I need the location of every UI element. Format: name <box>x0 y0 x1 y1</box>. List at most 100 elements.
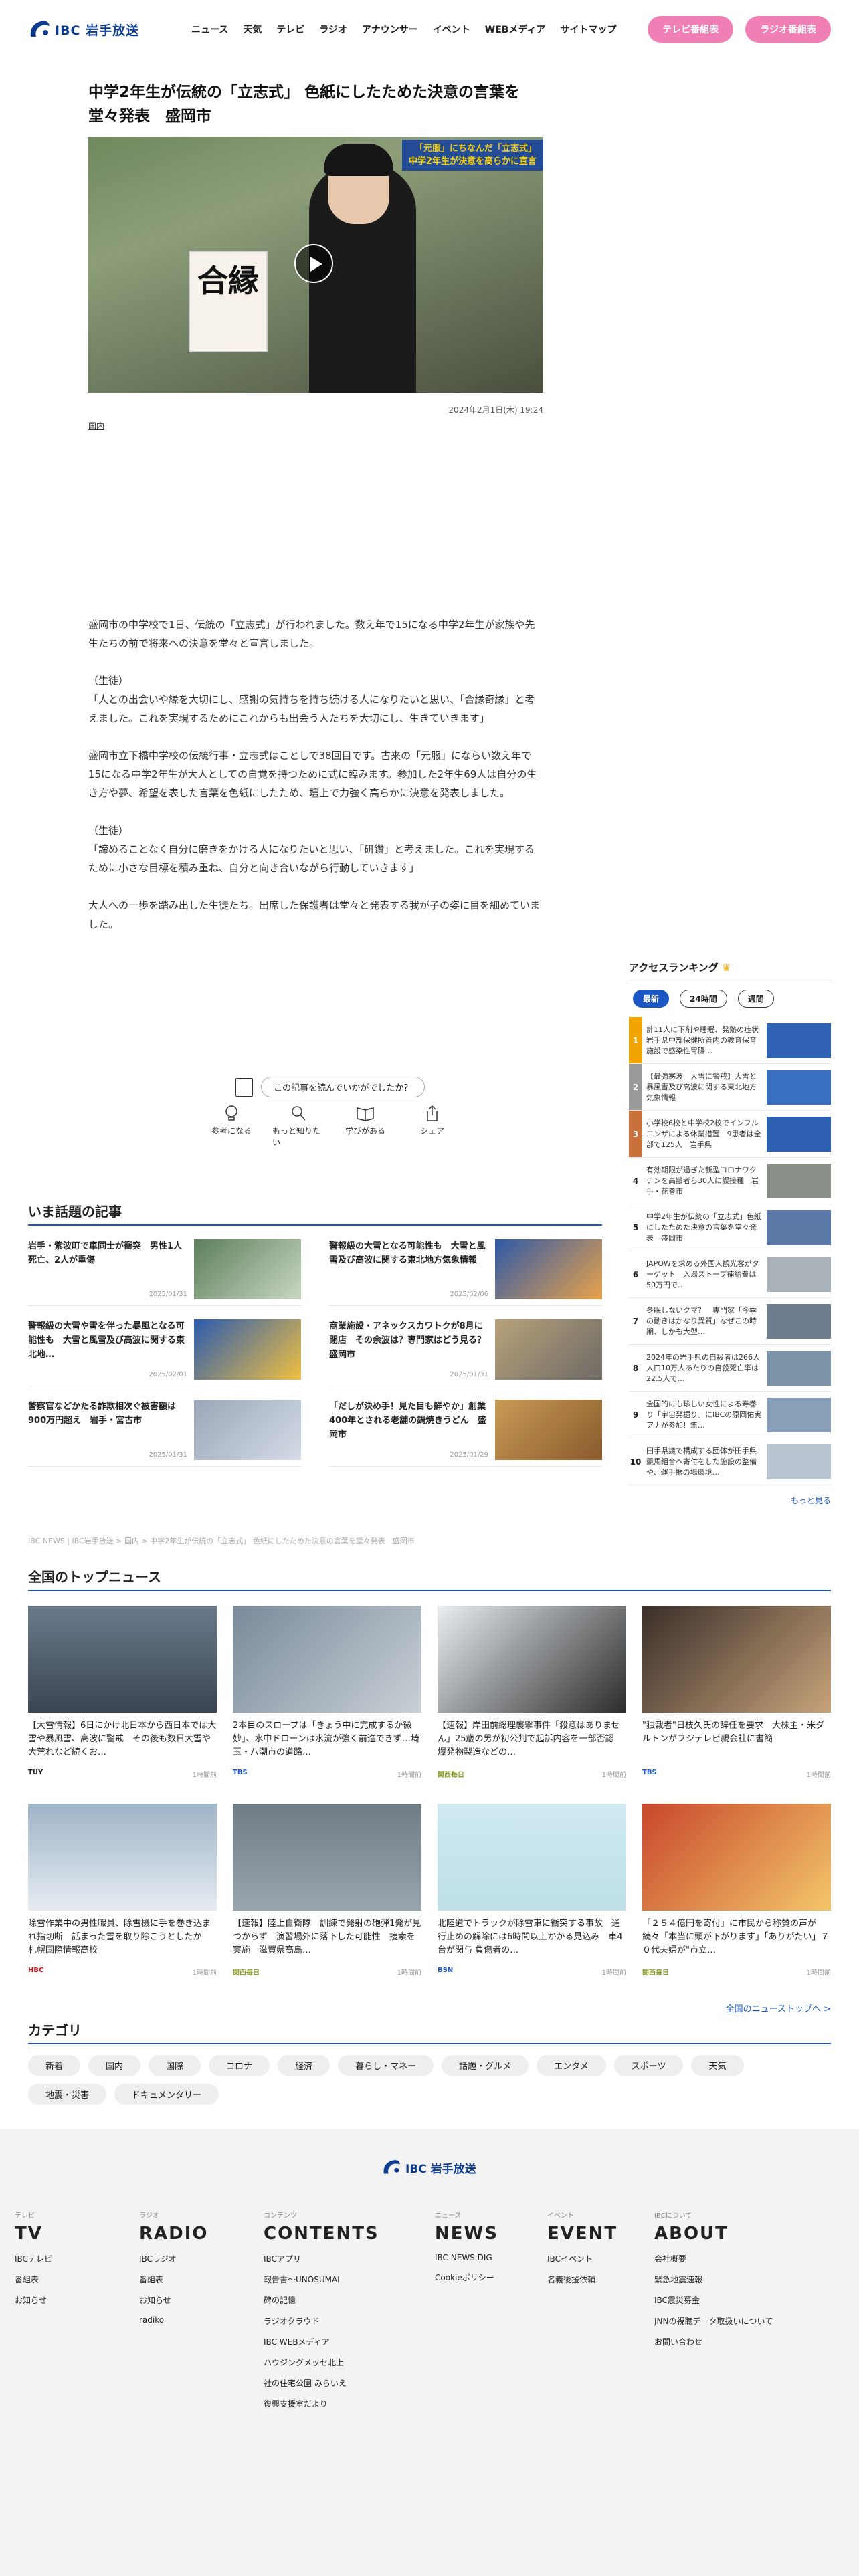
hot-article[interactable]: 「だしが決め手！見た目も鮮やか」創業400年とされる老舗の鍋焼きうどん 盛岡市 2… <box>329 1400 602 1467</box>
hot-article[interactable]: 警報級の大雪となる可能性も 大雪と風雪及び高波に関する東北地方気象情報 2025/… <box>329 1239 602 1306</box>
footer-link[interactable]: ハウジングメッセ北上 <box>264 2357 435 2368</box>
ranking-item[interactable]: 6 JAPOWを求める外国人観光客がターゲット 入湯ストーブ補給費は50万円で… <box>629 1251 831 1298</box>
footer-column-title[interactable]: NEWS <box>435 2224 547 2244</box>
logo[interactable]: IBC 岩手放送 <box>28 19 142 39</box>
hot-article[interactable]: 岩手・紫波町で車同士が衝突 男性1人死亡、2人が重傷 2025/01/31 <box>28 1239 301 1306</box>
category-chip[interactable]: 暮らし・マネー <box>338 2055 434 2076</box>
category-chip[interactable]: 国際 <box>149 2055 201 2076</box>
hot-article[interactable]: 警報級の大雪や雪を伴った暴風となる可能性も 大雪と風雪及び高波に関する東北地… 2… <box>28 1319 301 1386</box>
footer-logo[interactable]: IBC 岩手放送 <box>381 2159 476 2176</box>
footer-link[interactable]: IBCラジオ <box>139 2253 264 2264</box>
footer-link[interactable]: IBC WEBメディア <box>264 2336 435 2347</box>
reaction-learned[interactable]: 学びがある <box>339 1105 391 1148</box>
hot-article[interactable]: 警察官などかたる詐欺相次ぐ被害額は900万円超え 岩手・宮古市 2025/01/3… <box>28 1400 301 1467</box>
hot-article-thumbnail <box>194 1239 301 1299</box>
nav-item-event[interactable]: イベント <box>433 23 470 36</box>
category-chip[interactable]: 話題・グルメ <box>442 2055 529 2076</box>
footer-link[interactable]: 会社概要 <box>654 2253 779 2264</box>
footer-column-title[interactable]: EVENT <box>547 2224 654 2244</box>
footer-link[interactable]: IBCイベント <box>547 2253 654 2264</box>
ranking-item[interactable]: 2 【最強寒波 大雪に警戒】大雪と暴風雪及び高波に関する東北地方気象情報 <box>629 1064 831 1111</box>
ranking-tab-latest[interactable]: 最新 <box>633 990 670 1008</box>
nav-item-sitemap[interactable]: サイトマップ <box>560 23 616 36</box>
national-article[interactable]: 「２５４億円を寄付」に市民から称賛の声が続々「本当に頭が下がります」「ありがたい… <box>642 1804 831 2002</box>
footer-column-title[interactable]: TV <box>15 2224 139 2244</box>
footer-link[interactable]: 報告書〜UNOSUMAI <box>264 2274 435 2285</box>
nav-item-announcer[interactable]: アナウンサー <box>362 23 418 36</box>
national-article-text: 除雪作業中の男性職員、除雪機に手を巻き込まれ指切断 話まった雪を取り除こうとした… <box>28 1919 211 1955</box>
ranking-more-link[interactable]: もっと見る <box>629 1495 831 1506</box>
footer-column-title[interactable]: ABOUT <box>654 2224 779 2244</box>
category-chip[interactable]: 地震・災害 <box>28 2084 107 2105</box>
footer-link[interactable]: IBCテレビ <box>15 2253 139 2264</box>
footer-link[interactable]: お知らせ <box>139 2294 264 2306</box>
category-chip[interactable]: 経済 <box>278 2055 330 2076</box>
footer-link[interactable]: 名義後援依頼 <box>547 2274 654 2285</box>
breadcrumb[interactable]: IBC NEWS | IBC岩手放送 > 国内 > 中学2年生が伝統の「立志式」… <box>28 1535 415 1546</box>
category-chip[interactable]: ドキュメンタリー <box>114 2084 219 2105</box>
footer-link[interactable]: 社の住宅公園 みらいえ <box>264 2377 435 2389</box>
footer-link[interactable]: radiko <box>139 2315 264 2325</box>
reaction-share[interactable]: シェア <box>406 1105 458 1148</box>
footer-link[interactable]: IBC NEWS DIG <box>435 2253 547 2262</box>
national-article[interactable]: 【大雪情報】6日にかけ北日本から西日本では大雪や暴風雪、高波に警戒 その後も数日… <box>28 1606 217 1804</box>
national-article[interactable]: 2本目のスロープは「きょう中に完成するか微妙」、水中ドローンは水流が強く前進でき… <box>233 1606 421 1804</box>
ranking-item[interactable]: 4 有効期限が過ぎた新型コロナワクチンを高齢者ら30人に誤接種 岩手・花巻市 <box>629 1158 831 1204</box>
play-icon[interactable] <box>294 244 333 283</box>
reaction-want-more[interactable]: もっと知りたい <box>272 1105 324 1148</box>
national-article[interactable]: "独裁者"日枝久氏の辞任を要求 大株主・米ダルトンがフジテレビ親会社に書簡 TBS… <box>642 1606 831 1804</box>
footer-link[interactable]: IBCアプリ <box>264 2253 435 2264</box>
nav-item-tv[interactable]: テレビ <box>276 23 304 36</box>
nav-item-news[interactable]: ニュース <box>191 23 228 36</box>
ranking-tab-24h[interactable]: 24時間 <box>680 990 727 1008</box>
ranking-item[interactable]: 1 計11人に下剤や睡眠、発熱の症状 岩手県中部保健所管内の教育保育施設で感染性胃… <box>629 1017 831 1064</box>
footer-link[interactable]: 緊急地震速報 <box>654 2274 779 2285</box>
article-date: 2024年2月1日(木) 19:24 <box>448 405 543 415</box>
footer-link[interactable]: IBC震災募金 <box>654 2294 779 2306</box>
national-more-link[interactable]: 全国のニューストップへ > <box>28 2002 831 2014</box>
footer-link[interactable]: お問い合わせ <box>654 2336 779 2347</box>
footer-link[interactable]: お知らせ <box>15 2294 139 2306</box>
national-article[interactable]: 北陸道でトラックが除雪車に衝突する事故 通行止めの解除には6時間以上かかる見込み… <box>438 1804 626 2002</box>
category-chip[interactable]: 天気 <box>691 2055 744 2076</box>
national-article[interactable]: 【速報】岸田前総理襲撃事件「殺意はありません」25歳の男が初公判で起訴内容を一部… <box>438 1606 626 1804</box>
category-chip[interactable]: スポーツ <box>613 2055 684 2076</box>
ranking-item[interactable]: 5 中学2年生が伝統の「立志式」色紙にしたためた決意の言葉を堂々発表 盛岡市 <box>629 1204 831 1251</box>
video-player[interactable]: 合縁 「元服」にちなんだ「立志式」 中学2年生が決意を高らかに宣言 <box>88 137 543 393</box>
category-chip[interactable]: コロナ <box>209 2055 270 2076</box>
national-article[interactable]: 除雪作業中の男性職員、除雪機に手を巻き込まれ指切断 話まった雪を取り除こうとした… <box>28 1804 217 2002</box>
footer-link[interactable]: Cookieポリシー <box>435 2272 547 2283</box>
tv-schedule-button[interactable]: テレビ番組表 <box>648 16 734 43</box>
video-caption: 「元服」にちなんだ「立志式」 中学2年生が決意を高らかに宣言 <box>401 140 543 171</box>
category-chip[interactable]: エンタメ <box>537 2055 606 2076</box>
nav-item-weather[interactable]: 天気 <box>243 23 262 36</box>
ranking-tab-weekly[interactable]: 週間 <box>737 990 774 1008</box>
footer-link[interactable]: 碑の記憶 <box>264 2294 435 2306</box>
footer-link[interactable]: 番組表 <box>139 2274 264 2285</box>
ranking-item[interactable]: 9 全国的にも珍しい女性による寿巻り「宇宙発掘り」にIBCの原岡佑実アナが参加！無… <box>629 1392 831 1438</box>
article-paragraph: 大人への一歩を踏み出した生徒たち。出席した保護者は堂々と発表する我が子の姿に目を… <box>88 899 541 930</box>
footer: IBC 岩手放送 テレビ TV IBCテレビ 番組表 お知らせ ラジオ RADIO IBCラジ… <box>0 2129 859 2576</box>
footer-link[interactable]: ラジオクラウド <box>264 2315 435 2327</box>
national-article-age: 1時間前 <box>192 1772 217 1779</box>
category-chip[interactable]: 新着 <box>28 2055 81 2076</box>
ranking-item[interactable]: 3 小学校6校と中学校2校でインフルエンザによる休業措置 9患者は全部で125人 … <box>629 1111 831 1158</box>
radio-schedule-button[interactable]: ラジオ番組表 <box>745 16 831 43</box>
ranking-item[interactable]: 10 田手県議で構成する団体が田手県競馬組合へ寄付をした施設の整備や、運手振の場環… <box>629 1438 831 1485</box>
nav-item-web-media[interactable]: WEBメディア <box>485 23 546 36</box>
article-category-link[interactable]: 国内 <box>88 420 104 431</box>
feedback-section: この記事を読んでいかがでしたか？ 参考になる もっと知りたい 学びがある シェア <box>88 1077 543 1150</box>
reaction-label: もっと知りたい <box>272 1126 321 1147</box>
footer-column-title[interactable]: CONTENTS <box>264 2224 435 2244</box>
ranking-item[interactable]: 8 2024年の岩手県の自殺者は266人 人口10万人あたりの自殺死亡率は22.5… <box>629 1345 831 1392</box>
hot-article[interactable]: 商業施設・アネックスカワトクが8月に閉店 その余波は？専門家はどう見る？ 盛岡市… <box>329 1319 602 1386</box>
category-chip[interactable]: 国内 <box>88 2055 141 2076</box>
footer-column-title[interactable]: RADIO <box>139 2224 264 2244</box>
reaction-helpful[interactable]: 参考になる <box>205 1105 258 1148</box>
national-article[interactable]: 【速報】陸上自衛隊 訓練で発射の砲弾1発が見つからず 演習場外に落下した可能性 … <box>233 1804 421 2002</box>
footer-link[interactable]: JNNの視聴データ取扱いについて <box>654 2315 779 2327</box>
footer-link[interactable]: 番組表 <box>15 2274 139 2285</box>
footer-link[interactable]: 復興支援室だより <box>264 2398 435 2409</box>
ranking-item[interactable]: 7 冬眠しないクマ？ 専門家「今季の動きはかなり異質」なぜこの時期、しかも大型… <box>629 1298 831 1345</box>
nav-item-radio[interactable]: ラジオ <box>319 23 347 36</box>
